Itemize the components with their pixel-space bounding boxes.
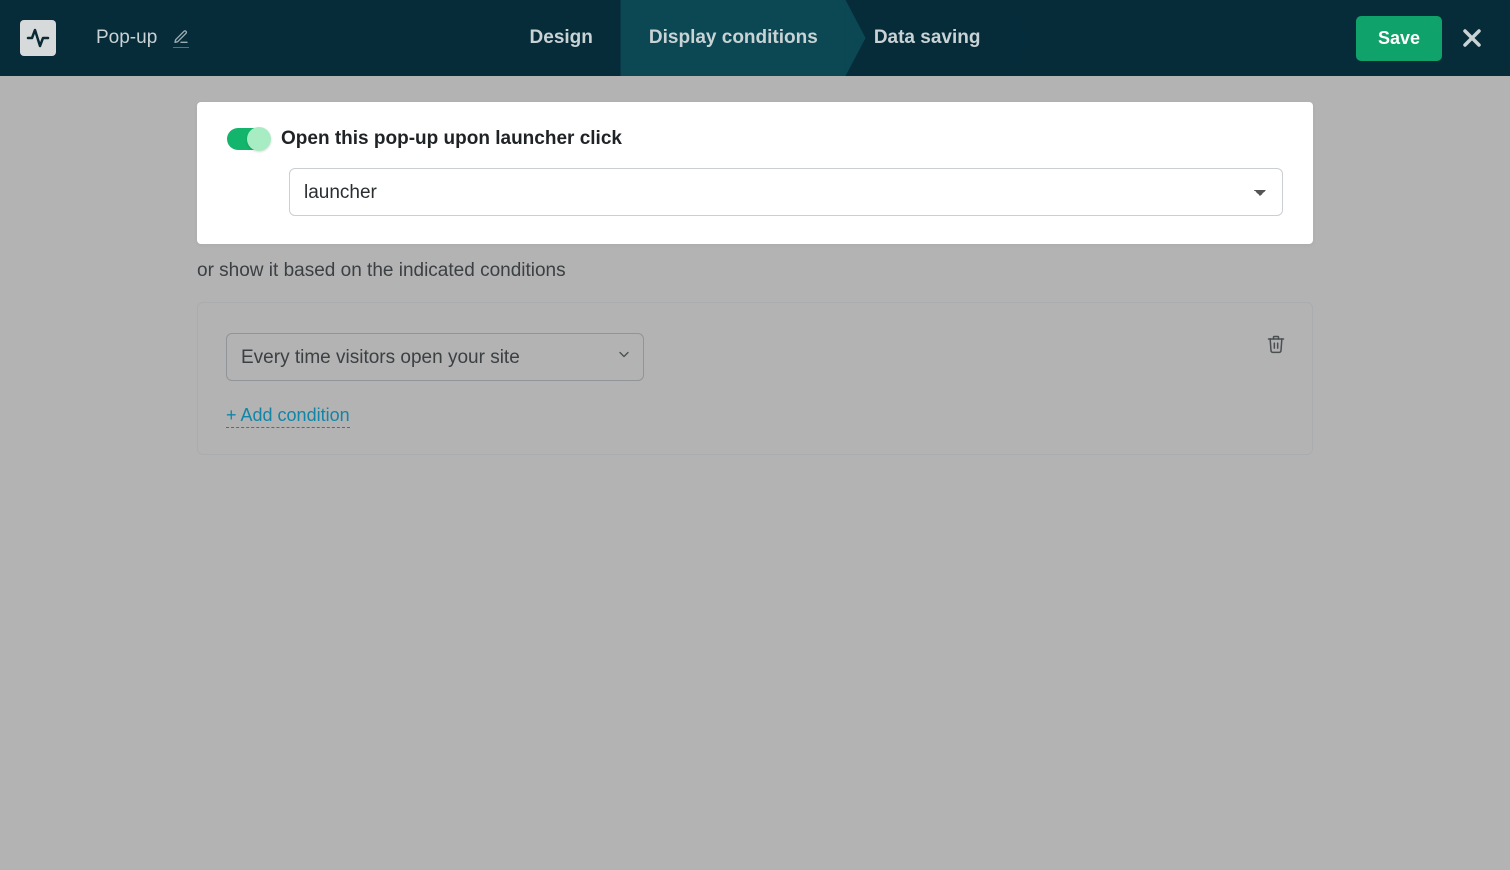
- close-icon[interactable]: [1460, 26, 1484, 50]
- save-button[interactable]: Save: [1356, 16, 1442, 61]
- wizard-tabs: Design Display conditions Data saving: [502, 0, 1009, 76]
- main-content: Open this pop-up upon launcher click lau…: [0, 76, 1510, 455]
- tab-label: Design: [530, 27, 593, 49]
- app-header: Pop-up Design Display conditions Data sa…: [0, 0, 1510, 76]
- conditions-intro: or show it based on the indicated condit…: [197, 260, 1313, 282]
- tab-label: Display conditions: [649, 27, 818, 49]
- launcher-toggle-label: Open this pop-up upon launcher click: [281, 128, 622, 150]
- launcher-toggle[interactable]: [227, 128, 269, 150]
- conditions-panel: Every time visitors open your site: [197, 302, 1313, 455]
- launcher-card: Open this pop-up upon launcher click lau…: [197, 102, 1313, 244]
- page-title: Pop-up: [96, 27, 157, 49]
- edit-title-icon[interactable]: [173, 29, 189, 48]
- condition-trigger-select[interactable]: Every time visitors open your site: [226, 333, 644, 381]
- add-condition-link[interactable]: + Add condition: [226, 405, 350, 428]
- header-right: Save: [1356, 16, 1510, 61]
- header-left: Pop-up: [0, 20, 209, 56]
- launcher-select[interactable]: launcher: [289, 168, 1283, 216]
- tab-label: Data saving: [874, 27, 981, 49]
- tab-data-saving[interactable]: Data saving: [846, 0, 1009, 76]
- conditions-section: or show it based on the indicated condit…: [197, 260, 1313, 455]
- tab-display-conditions[interactable]: Display conditions: [621, 0, 846, 76]
- delete-condition-icon[interactable]: [1266, 333, 1286, 360]
- app-logo-icon: [20, 20, 56, 56]
